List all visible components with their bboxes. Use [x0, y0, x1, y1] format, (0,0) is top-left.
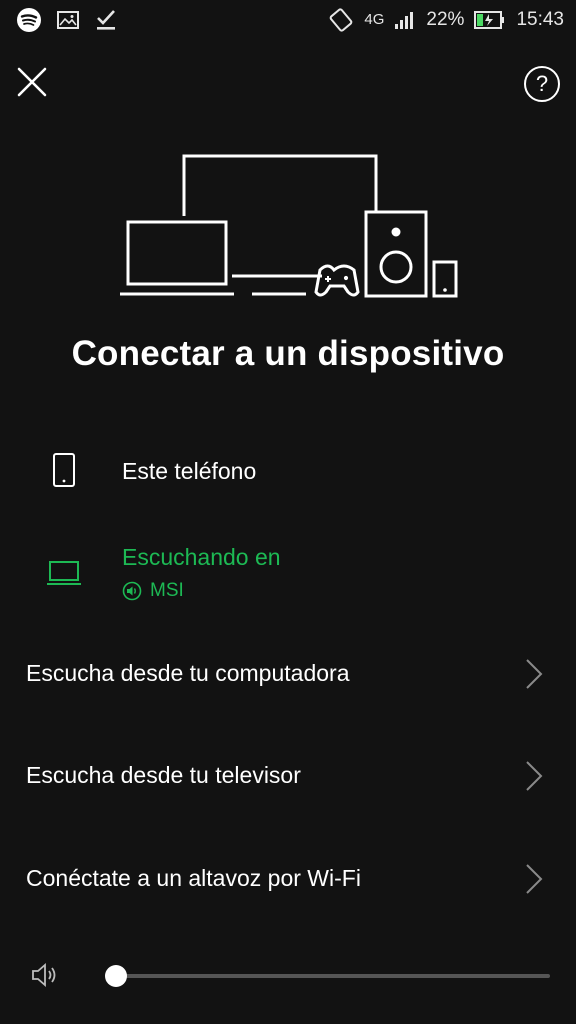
device-this-phone[interactable]: Este teléfono [0, 448, 576, 498]
device-status-label: Escuchando en [122, 544, 281, 570]
status-right-icons: 4G 22% 15:43 [328, 7, 564, 33]
device-name: Este teléfono [122, 458, 257, 484]
status-bar: 4G 22% 15:43 [0, 0, 576, 40]
chevron-right-icon [526, 864, 543, 894]
network-type: 4G [364, 11, 385, 28]
spotify-icon [17, 8, 41, 32]
device-msi-active[interactable]: Escuchando en MSI [0, 540, 576, 610]
option-label: Escucha desde tu televisor [26, 762, 301, 788]
laptop-shape [126, 220, 228, 286]
option-wifi-speaker[interactable]: Conéctate a un altavoz por Wi-Fi [0, 845, 576, 915]
tv-outline [182, 154, 378, 216]
chevron-right-icon [526, 761, 543, 791]
volume-control [0, 950, 576, 1000]
battery-percent: 22% [426, 9, 465, 30]
gallery-icon [57, 11, 79, 29]
gamepad-shape [314, 264, 360, 297]
help-button[interactable]: ? [524, 66, 560, 102]
battery-charging-icon [474, 11, 505, 29]
rotate-icon [330, 8, 353, 32]
download-done-icon [97, 10, 115, 30]
page-title: Conectar a un dispositivo [71, 334, 505, 373]
close-icon[interactable] [16, 66, 48, 98]
option-computer[interactable]: Escucha desde tu computadora [0, 640, 576, 710]
volume-slider[interactable] [105, 965, 550, 987]
laptop-icon [47, 561, 81, 585]
volume-icon [32, 963, 56, 987]
phone-icon [53, 453, 75, 487]
clock: 15:43 [516, 9, 564, 30]
volume-thumb[interactable] [105, 965, 127, 987]
chevron-right-icon [526, 659, 543, 689]
option-label: Conéctate a un altavoz por Wi-Fi [26, 865, 361, 891]
device-sub-name: MSI [150, 580, 184, 601]
signal-icon [395, 12, 414, 29]
speaker-playing-icon [122, 581, 142, 601]
option-tv[interactable]: Escucha desde tu televisor [0, 742, 576, 812]
devices-illustration [120, 154, 458, 298]
device-sub: MSI [122, 580, 184, 602]
option-label: Escucha desde tu computadora [26, 660, 350, 686]
status-left-icons [16, 7, 118, 33]
